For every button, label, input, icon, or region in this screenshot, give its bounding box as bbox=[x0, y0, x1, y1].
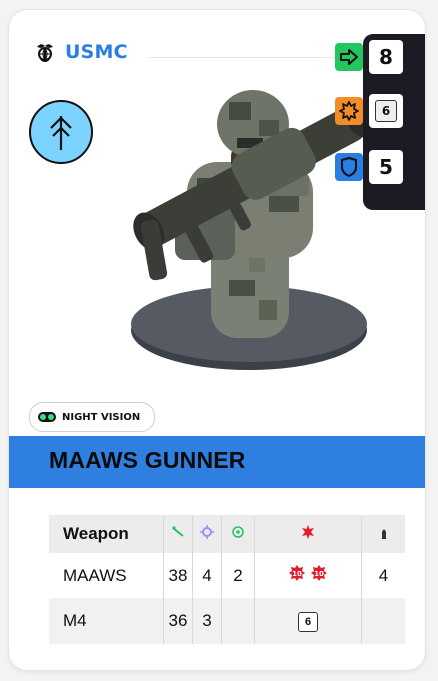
arrow-up-trident-icon bbox=[50, 116, 72, 150]
stat-quality: 6 bbox=[335, 94, 403, 128]
weapon-ap bbox=[221, 598, 255, 644]
defense-value: 5 bbox=[369, 150, 403, 184]
crosshair-icon bbox=[192, 515, 222, 553]
weapon-ammo: 4 bbox=[361, 553, 405, 598]
burst-icon bbox=[335, 97, 363, 125]
movement-value: 8 bbox=[369, 40, 403, 74]
damage-die-value: 10 bbox=[292, 570, 302, 578]
unit-name-bar: MAAWS GUNNER bbox=[9, 436, 425, 488]
weapon-damage: 6 bbox=[254, 598, 362, 644]
bullet-icon bbox=[361, 515, 405, 553]
table-row: MAAWS 38 4 2 10 10 4 bbox=[49, 553, 405, 598]
weapon-name: M4 bbox=[49, 598, 164, 644]
range-line-icon bbox=[163, 515, 193, 553]
arrow-right-icon bbox=[335, 43, 363, 71]
red-die-icon: 10 bbox=[311, 565, 327, 581]
weapon-attacks: 3 bbox=[192, 598, 222, 644]
ability-chip[interactable]: NIGHT VISION bbox=[29, 402, 156, 432]
quality-value: 6 bbox=[375, 100, 397, 122]
stat-defense: 5 bbox=[335, 150, 403, 184]
header-weapon: Weapon bbox=[49, 515, 164, 553]
weapons-header-row: Weapon bbox=[49, 515, 405, 553]
damage-die-value: 10 bbox=[314, 570, 324, 578]
stat-movement: 8 bbox=[335, 40, 403, 74]
unit-name: MAAWS GUNNER bbox=[49, 447, 246, 473]
weapons-table: Weapon MAAWS 38 4 2 10 10 4 M4 36 3 6 bbox=[49, 515, 405, 644]
unit-type-badge bbox=[29, 100, 93, 164]
unit-card: USMC 8 6 5 NIGHT VISION MAAWS GUNNER Wea… bbox=[9, 10, 425, 670]
weapon-range: 36 bbox=[163, 598, 193, 644]
ability-label: NIGHT VISION bbox=[62, 411, 141, 423]
night-vision-goggles-icon bbox=[38, 412, 56, 422]
target-icon bbox=[221, 515, 255, 553]
eagle-globe-anchor-icon bbox=[37, 44, 53, 62]
explosion-icon bbox=[254, 515, 362, 553]
red-die-icon: 10 bbox=[289, 565, 305, 581]
weapon-range: 38 bbox=[163, 553, 193, 598]
weapon-name: MAAWS bbox=[49, 553, 164, 598]
weapon-ap: 2 bbox=[221, 553, 255, 598]
table-row: M4 36 3 6 bbox=[49, 598, 405, 644]
faction-header: USMC bbox=[33, 40, 128, 64]
weapon-damage: 10 10 bbox=[254, 553, 362, 598]
quality-value-box: 6 bbox=[369, 94, 403, 128]
weapon-ammo bbox=[361, 598, 405, 644]
weapon-attacks: 4 bbox=[192, 553, 222, 598]
damage-die-value: 6 bbox=[298, 612, 318, 632]
shield-icon bbox=[335, 153, 363, 181]
